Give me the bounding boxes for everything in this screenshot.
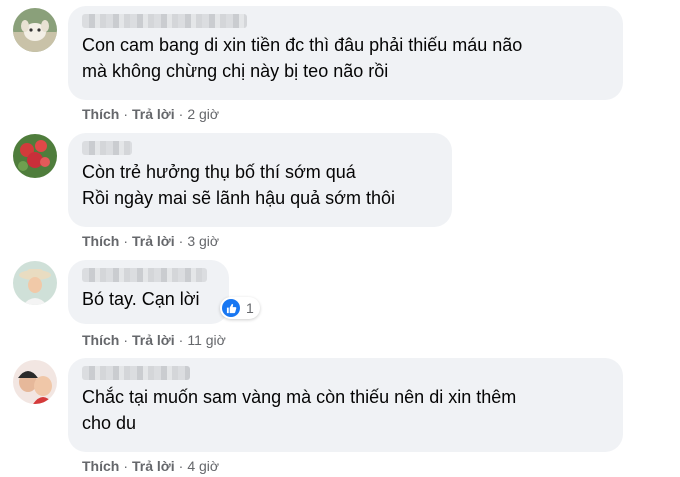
timestamp[interactable]: 4 giờ	[187, 458, 219, 474]
like-reaction-icon	[222, 299, 240, 317]
like-link[interactable]: Thích	[82, 106, 119, 122]
comment-text: Chắc tại muốn sam vàng mà còn thiếu nên …	[82, 387, 517, 433]
reply-link[interactable]: Trả lời	[132, 332, 175, 348]
comment-actions: Thích · Trả lời · 3 giờ	[82, 233, 220, 249]
comment-actions: Thích · Trả lời · 4 giờ	[82, 458, 220, 474]
comment-text: Con cam bang di xin tiền đc thì đâu phải…	[82, 35, 523, 81]
reply-link[interactable]: Trả lời	[132, 233, 175, 249]
author-name-blurred[interactable]	[82, 14, 247, 28]
reply-link[interactable]: Trả lời	[132, 106, 175, 122]
avatar[interactable]	[13, 360, 57, 404]
comment-actions: Thích · Trả lời · 11 giờ	[82, 332, 226, 348]
timestamp[interactable]: 2 giờ	[187, 106, 219, 122]
comment-bubble: Bó tay. Cạn lời	[68, 260, 229, 324]
like-link[interactable]: Thích	[82, 458, 119, 474]
comment-bubble: Con cam bang di xin tiền đc thì đâu phải…	[68, 6, 623, 100]
comment-actions: Thích · Trả lời · 2 giờ	[82, 106, 220, 122]
avatar[interactable]	[13, 261, 57, 305]
like-link[interactable]: Thích	[82, 233, 119, 249]
author-name-blurred[interactable]	[82, 268, 207, 282]
comment-text: Còn trẻ hưởng thụ bố thí sớm quá Rồi ngà…	[82, 162, 395, 208]
comment-bubble: Còn trẻ hưởng thụ bố thí sớm quá Rồi ngà…	[68, 133, 452, 227]
reaction-badge[interactable]: 1	[220, 297, 260, 319]
avatar[interactable]	[13, 8, 57, 52]
reaction-count: 1	[246, 300, 254, 316]
comment-bubble: Chắc tại muốn sam vàng mà còn thiếu nên …	[68, 358, 623, 452]
comment-text: Bó tay. Cạn lời	[82, 289, 200, 309]
timestamp[interactable]: 3 giờ	[187, 233, 219, 249]
like-link[interactable]: Thích	[82, 332, 119, 348]
author-name-blurred[interactable]	[82, 366, 190, 380]
avatar[interactable]	[13, 134, 57, 178]
reply-link[interactable]: Trả lời	[132, 458, 175, 474]
timestamp[interactable]: 11 giờ	[187, 332, 226, 348]
author-name-blurred[interactable]	[82, 141, 132, 155]
